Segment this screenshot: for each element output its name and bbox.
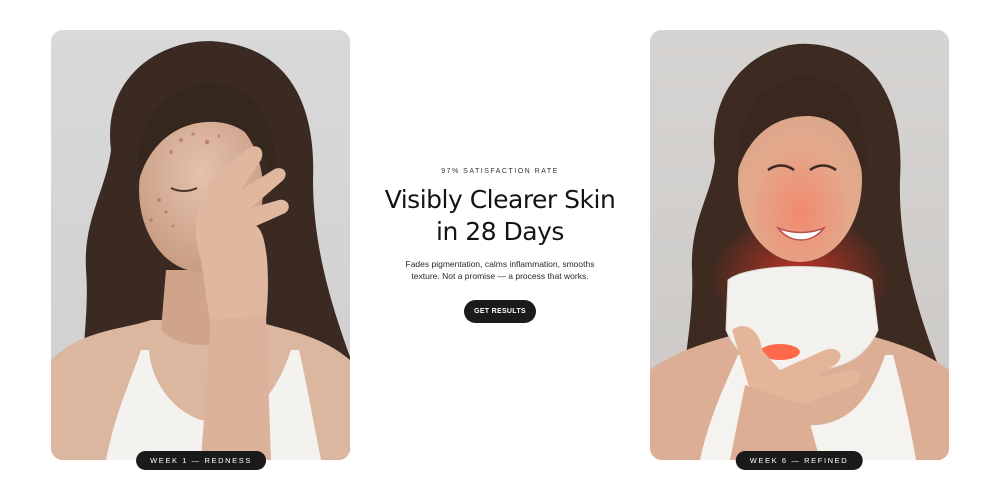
before-week-badge: WEEK 1 — REDNESS [136,451,266,470]
after-photo [650,30,949,460]
satisfaction-eyebrow: 97% SATISFACTION RATE [441,168,559,175]
get-results-button[interactable]: GET RESULTS [464,300,536,323]
page-title: Visibly Clearer Skin in 28 Days [370,184,630,248]
comparison-section: WEEK 1 — REDNESS 97% SATISFACTION RATE V… [0,0,1000,500]
before-photo [51,30,350,460]
description-line-2: texture. Not a promise — a process that … [411,271,589,281]
headline-line-1: Visibly Clearer Skin [384,185,616,214]
description-line-1: Fades pigmentation, calms inflammation, … [405,259,595,269]
before-woman-illustration [51,30,350,460]
after-woman-illustration [650,30,949,460]
after-week-badge: WEEK 6 — REFINED [735,451,863,470]
headline-line-2: in 28 Days [436,217,564,246]
hero-description: Fades pigmentation, calms inflammation, … [370,258,630,282]
